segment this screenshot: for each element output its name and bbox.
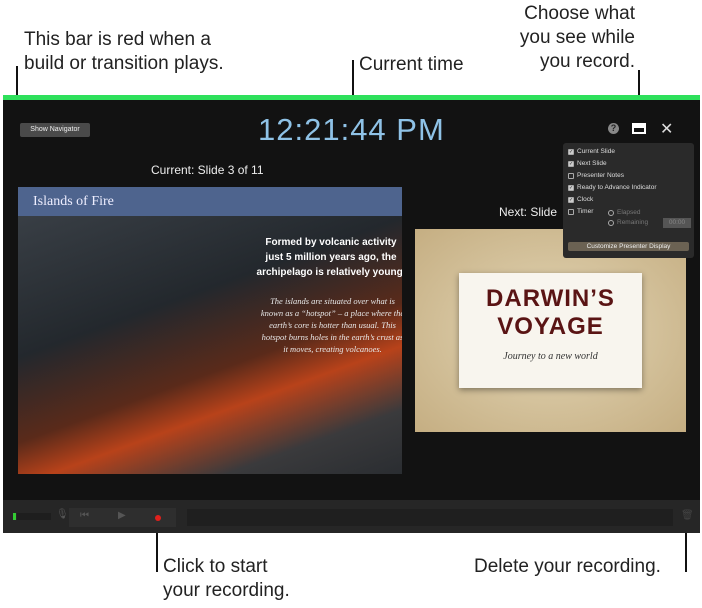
option-label: Current Slide (577, 148, 615, 155)
trash-icon[interactable]: 🗑 (681, 510, 694, 521)
layout-icon[interactable] (632, 123, 646, 134)
callout-delete: Delete your recording. (474, 556, 661, 577)
clock: 12:21:44 PM (258, 112, 445, 147)
callout-time: Current time (359, 54, 464, 75)
build-progress-bar (3, 95, 700, 100)
radio-label: Remaining (617, 219, 649, 226)
timer-field[interactable]: 00:00 (663, 218, 691, 228)
checkbox[interactable]: ✓ (568, 184, 574, 191)
option-presenter-notes[interactable]: Presenter Notes (568, 172, 624, 179)
radio-elapsed[interactable]: Elapsed (608, 209, 641, 216)
next-slide-label: Next: Slide (499, 205, 558, 219)
next-title: VOYAGE (497, 313, 604, 340)
callout-bar: This bar is red when a build or transitio… (24, 28, 224, 76)
option-timer[interactable]: Timer (568, 208, 593, 215)
title-card: DARWIN’S VOYAGE Journey to a new world (459, 273, 642, 388)
display-options-popover: ✓ Current Slide ✓ Next Slide Presenter Not… (563, 143, 694, 258)
radio[interactable] (608, 209, 614, 216)
current-slide-label: Current: Slide 3 of 11 (151, 163, 264, 177)
callout-line (16, 66, 18, 96)
callout-text: This bar is red when a (24, 29, 211, 50)
callout-choose: Choose what you see while you record. (505, 2, 635, 74)
option-current-slide[interactable]: ✓ Current Slide (568, 148, 615, 155)
option-label: Presenter Notes (577, 172, 624, 179)
radio-label: Elapsed (617, 209, 641, 216)
next-slide: DARWIN’S VOYAGE Journey to a new world (415, 229, 686, 432)
recording-timeline[interactable] (187, 509, 673, 526)
audio-level-track (17, 513, 51, 520)
callout-text: your recording. (163, 580, 290, 601)
microphone-icon[interactable]: 🎙 (56, 509, 69, 520)
audio-level-meter (13, 513, 16, 520)
callout-text: you see while (519, 27, 635, 48)
option-clock[interactable]: ✓ Clock (568, 196, 593, 203)
next-title: DARWIN’S (486, 285, 615, 312)
radio[interactable] (608, 219, 614, 226)
option-label: Timer (577, 208, 594, 215)
slide-body: The islands are situated over what is kn… (260, 296, 402, 354)
recording-toolbar: 🎙 ⏮ ▶ 🗑 (3, 500, 700, 533)
callout-line (685, 527, 687, 572)
record-button[interactable] (155, 515, 161, 521)
callout-text: Choose what (524, 3, 635, 24)
option-label: Next Slide (577, 160, 607, 167)
callout-text: build or transition plays. (24, 53, 224, 74)
slide-title: Islands of Fire (18, 187, 402, 216)
close-icon[interactable]: ✕ (660, 119, 673, 139)
checkbox[interactable] (568, 172, 574, 179)
checkbox[interactable]: ✓ (568, 160, 574, 167)
callout-line (156, 527, 158, 572)
option-next-slide[interactable]: ✓ Next Slide (568, 160, 607, 167)
option-ready-indicator[interactable]: ✓ Ready to Advance Indicator (568, 184, 657, 191)
option-label: Clock (577, 196, 594, 203)
radio-remaining[interactable]: Remaining (608, 219, 648, 226)
checkbox[interactable]: ✓ (568, 196, 574, 203)
checkbox[interactable]: ✓ (568, 148, 574, 155)
option-label: Ready to Advance Indicator (577, 184, 657, 191)
help-icon[interactable]: ? (608, 123, 619, 134)
callout-text: you record. (539, 51, 635, 72)
callout-text: Click to start (163, 556, 268, 577)
next-subtitle: Journey to a new world (503, 351, 598, 362)
play-icon[interactable]: ▶ (118, 510, 126, 521)
customize-display-button[interactable]: Customize Presenter Display (568, 242, 689, 251)
current-slide: Islands of Fire Formed by volcanic activ… (18, 187, 402, 474)
checkbox[interactable] (568, 208, 574, 215)
slide-headline: Formed by volcanic activity just 5 milli… (256, 237, 402, 278)
show-navigator-button[interactable]: Show Navigator (20, 123, 90, 137)
rewind-icon[interactable]: ⏮ (80, 510, 89, 521)
callout-start: Click to start your recording. (163, 555, 290, 603)
